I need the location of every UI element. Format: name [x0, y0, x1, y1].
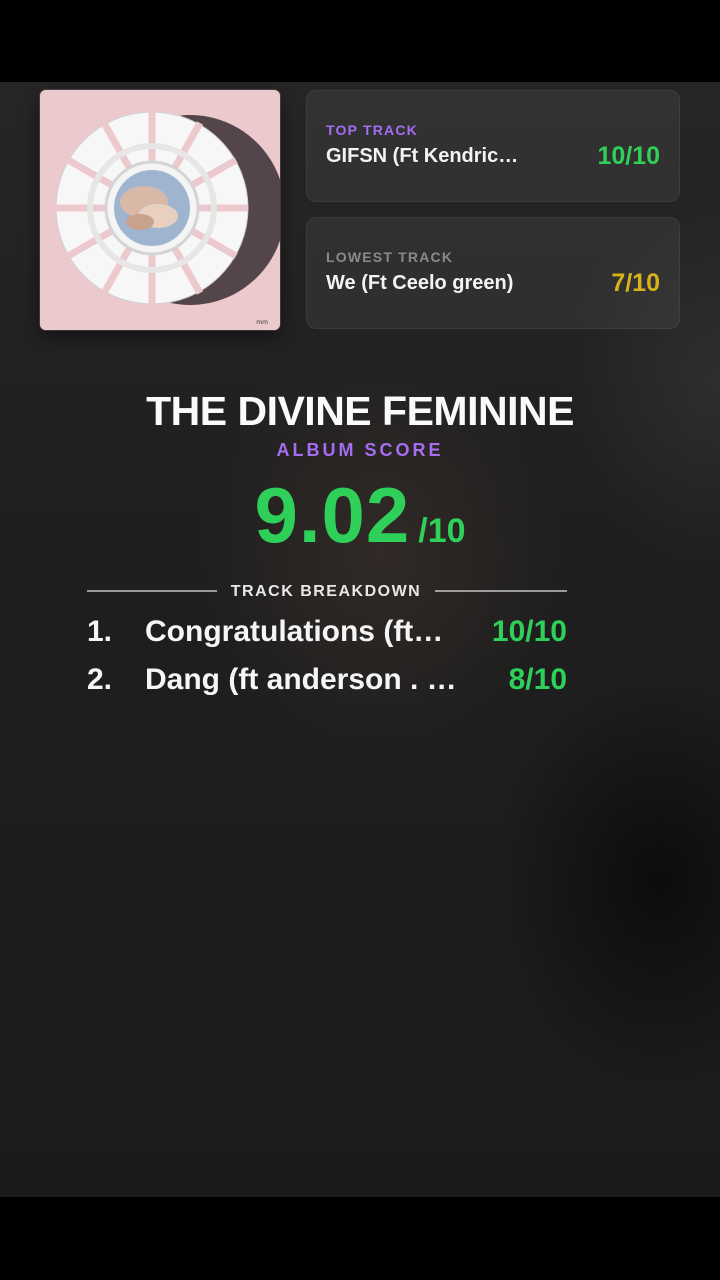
album-score-denominator: /10: [418, 512, 466, 550]
track-breakdown-heading: TRACK BREAKDOWN: [230, 583, 422, 600]
divider-right: [435, 590, 567, 592]
album-score-card: mm TOP TRACK GIFSN (Ft Kendric… 10/10 LO…: [0, 82, 720, 1197]
album-title: THE DIVINE FEMININE: [146, 388, 574, 434]
divider-left: [87, 590, 217, 592]
bottom-letterbox-bar: [0, 1197, 720, 1280]
track-name: Dang (ft anderson . …: [145, 663, 457, 696]
track-score: 10/10: [491, 615, 567, 648]
lowest-track-title: We (Ft Ceelo green): [326, 272, 514, 294]
track-row[interactable]: 2. Dang (ft anderson . … 8/10: [87, 663, 567, 703]
track-row[interactable]: 1. Congratulations (ft… 10/10: [87, 615, 567, 655]
track-number: 2.: [87, 663, 113, 696]
top-letterbox-bar: [0, 0, 720, 82]
lowest-track-label: LOWEST TRACK: [326, 249, 454, 265]
album-score-label: ALBUM SCORE: [276, 440, 444, 460]
top-track-score: 10/10: [597, 142, 660, 170]
top-track-label: TOP TRACK: [326, 122, 418, 138]
album-cover: mm: [40, 90, 280, 330]
album-score-value: 9.02: [254, 471, 411, 559]
lowest-track-card[interactable]: LOWEST TRACK We (Ft Ceelo green) 7/10: [306, 217, 680, 329]
track-name: Congratulations (ft…: [145, 615, 444, 648]
track-number: 1.: [87, 615, 113, 648]
album-score: 9.02/10: [0, 470, 720, 561]
top-track-card[interactable]: TOP TRACK GIFSN (Ft Kendric… 10/10: [306, 90, 680, 202]
top-track-title: GIFSN (Ft Kendric…: [326, 145, 519, 167]
track-score: 8/10: [508, 663, 567, 696]
lowest-track-score: 7/10: [611, 269, 660, 297]
album-cover-art-icon: mm: [40, 90, 280, 330]
svg-text:mm: mm: [256, 319, 268, 326]
